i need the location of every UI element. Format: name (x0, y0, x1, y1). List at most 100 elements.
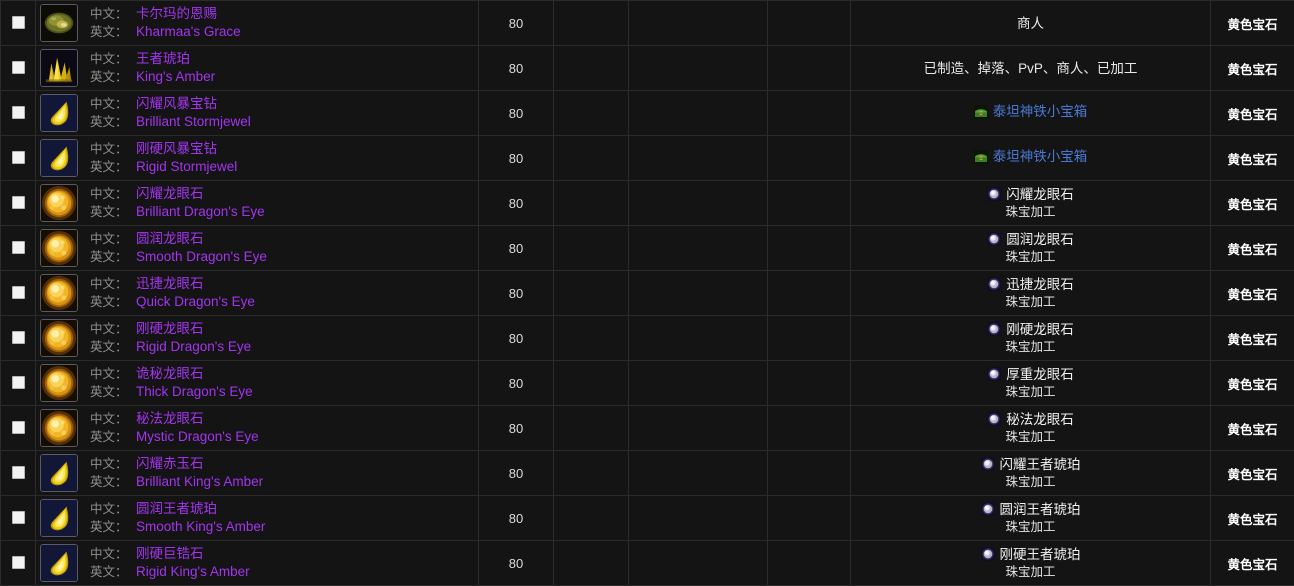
item-col3-cell (767, 405, 851, 451)
source-text: 已制造、掉落、PvP、商人、已加工 (923, 60, 1138, 76)
item-link-zh[interactable]: 刚硬巨锆石 (136, 545, 204, 563)
source-link[interactable]: 厚重龙眼石 (1006, 366, 1074, 383)
item-icon[interactable] (40, 184, 78, 222)
item-link-en[interactable]: Brilliant Dragon's Eye (136, 203, 265, 221)
source-link[interactable]: 闪耀龙眼石 (1006, 186, 1074, 203)
item-icon[interactable] (40, 364, 78, 402)
source-icon (987, 187, 1002, 201)
item-link-en[interactable]: Smooth Dragon's Eye (136, 248, 267, 266)
gem-spell-icon (987, 322, 1002, 336)
item-icon[interactable] (40, 544, 78, 582)
row-select-cell[interactable] (0, 450, 36, 496)
row-checkbox[interactable] (11, 556, 25, 570)
item-link-en[interactable]: Rigid Dragon's Eye (136, 338, 251, 356)
source-link[interactable]: 泰坦神铁小宝箱 (993, 148, 1088, 165)
source-link[interactable]: 秘法龙眼石 (1006, 411, 1074, 428)
item-source-cell: 秘法龙眼石 珠宝加工 (850, 405, 1211, 451)
item-icon[interactable] (40, 49, 78, 87)
row-select-cell[interactable] (0, 45, 36, 91)
row-checkbox[interactable] (11, 151, 25, 165)
item-link-en[interactable]: King's Amber (136, 68, 215, 86)
item-link-en[interactable]: Thick Dragon's Eye (136, 383, 253, 401)
item-icon[interactable] (40, 499, 78, 537)
item-link-zh[interactable]: 闪耀风暴宝钻 (136, 95, 217, 113)
item-col3-cell (767, 90, 851, 136)
row-checkbox[interactable] (11, 241, 25, 255)
item-link-en[interactable]: Brilliant Stormjewel (136, 113, 251, 131)
item-type-cell: 黄色宝石 (1210, 450, 1294, 496)
item-name-zh-line: 中文： 刚硬巨锆石 (90, 545, 250, 563)
source-icon (980, 457, 995, 471)
lang-label-zh: 中文： (90, 187, 128, 201)
item-link-en[interactable]: Rigid Stormjewel (136, 158, 237, 176)
row-checkbox[interactable] (11, 376, 25, 390)
item-link-en[interactable]: Smooth King's Amber (136, 518, 265, 536)
item-icon[interactable] (40, 454, 78, 492)
item-icon[interactable] (40, 94, 78, 132)
row-select-cell[interactable] (0, 315, 36, 361)
row-select-cell[interactable] (0, 270, 36, 316)
gem-yellow-teardrop-icon (41, 545, 77, 581)
row-select-cell[interactable] (0, 540, 36, 586)
item-icon[interactable] (40, 229, 78, 267)
item-name-en-line: 英文： Brilliant Stormjewel (90, 113, 251, 131)
item-link-zh[interactable]: 迅捷龙眼石 (136, 275, 204, 293)
item-link-zh[interactable]: 圆润龙眼石 (136, 230, 204, 248)
item-link-zh[interactable]: 刚硬风暴宝钻 (136, 140, 217, 158)
item-link-zh[interactable]: 圆润王者琥珀 (136, 500, 217, 518)
item-list-table: 中文： 卡尔玛的恩赐 英文： Kharmaa's Grace 80 商人 黄色宝… (0, 0, 1294, 586)
item-link-en[interactable]: Rigid King's Amber (136, 563, 250, 581)
item-link-zh[interactable]: 闪耀赤玉石 (136, 455, 204, 473)
item-icon[interactable] (40, 139, 78, 177)
item-icon[interactable] (40, 4, 78, 42)
item-link-zh[interactable]: 诡秘龙眼石 (136, 365, 204, 383)
item-icon[interactable] (40, 409, 78, 447)
row-select-cell[interactable] (0, 0, 36, 46)
row-checkbox[interactable] (11, 331, 25, 345)
item-link-zh[interactable]: 秘法龙眼石 (136, 410, 204, 428)
item-link-en[interactable]: Quick Dragon's Eye (136, 293, 255, 311)
row-select-cell[interactable] (0, 135, 36, 181)
row-select-cell[interactable] (0, 90, 36, 136)
row-select-cell[interactable] (0, 225, 36, 271)
item-link-en[interactable]: Mystic Dragon's Eye (136, 428, 259, 446)
item-col2-cell (628, 405, 768, 451)
item-name-cell: 中文： 王者琥珀 英文： King's Amber (35, 45, 479, 91)
row-checkbox[interactable] (11, 511, 25, 525)
item-link-zh[interactable]: 闪耀龙眼石 (136, 185, 204, 203)
row-select-cell[interactable] (0, 405, 36, 451)
row-checkbox[interactable] (11, 421, 25, 435)
item-source-cell: 迅捷龙眼石 珠宝加工 (850, 270, 1211, 316)
item-link-en[interactable]: Brilliant King's Amber (136, 473, 263, 491)
item-link-zh[interactable]: 卡尔玛的恩赐 (136, 5, 217, 23)
row-checkbox[interactable] (11, 61, 25, 75)
row-checkbox[interactable] (11, 196, 25, 210)
source-link[interactable]: 圆润龙眼石 (1006, 231, 1074, 248)
item-link-zh[interactable]: 王者琥珀 (136, 50, 190, 68)
row-checkbox[interactable] (11, 286, 25, 300)
source-profession-label: 珠宝加工 (1005, 294, 1056, 309)
item-source-cell: 已制造、掉落、PvP、商人、已加工 (850, 45, 1211, 91)
source-link[interactable]: 泰坦神铁小宝箱 (993, 103, 1088, 120)
item-list-body: 中文： 卡尔玛的恩赐 英文： Kharmaa's Grace 80 商人 黄色宝… (0, 0, 1294, 586)
source-link[interactable]: 刚硬王者琥珀 (1000, 546, 1081, 563)
item-icon[interactable] (40, 274, 78, 312)
item-link-en[interactable]: Kharmaa's Grace (136, 23, 241, 41)
row-select-cell[interactable] (0, 360, 36, 406)
source-link[interactable]: 刚硬龙眼石 (1006, 321, 1074, 338)
item-link-zh[interactable]: 刚硬龙眼石 (136, 320, 204, 338)
row-checkbox[interactable] (11, 466, 25, 480)
item-col3-cell (767, 0, 851, 46)
row-checkbox[interactable] (11, 106, 25, 120)
row-select-cell[interactable] (0, 180, 36, 226)
source-link[interactable]: 闪耀王者琥珀 (1000, 456, 1081, 473)
row-checkbox[interactable] (11, 16, 25, 30)
item-level-cell: 80 (478, 315, 554, 361)
table-row: 中文： 闪耀赤玉石 英文： Brilliant King's Amber 80 (0, 450, 1294, 496)
source-link[interactable]: 圆润王者琥珀 (1000, 501, 1081, 518)
item-icon[interactable] (40, 319, 78, 357)
item-level-cell: 80 (478, 540, 554, 586)
source-link[interactable]: 迅捷龙眼石 (1006, 276, 1074, 293)
row-select-cell[interactable] (0, 495, 36, 541)
item-name-en-line: 英文： Rigid Stormjewel (90, 158, 237, 176)
